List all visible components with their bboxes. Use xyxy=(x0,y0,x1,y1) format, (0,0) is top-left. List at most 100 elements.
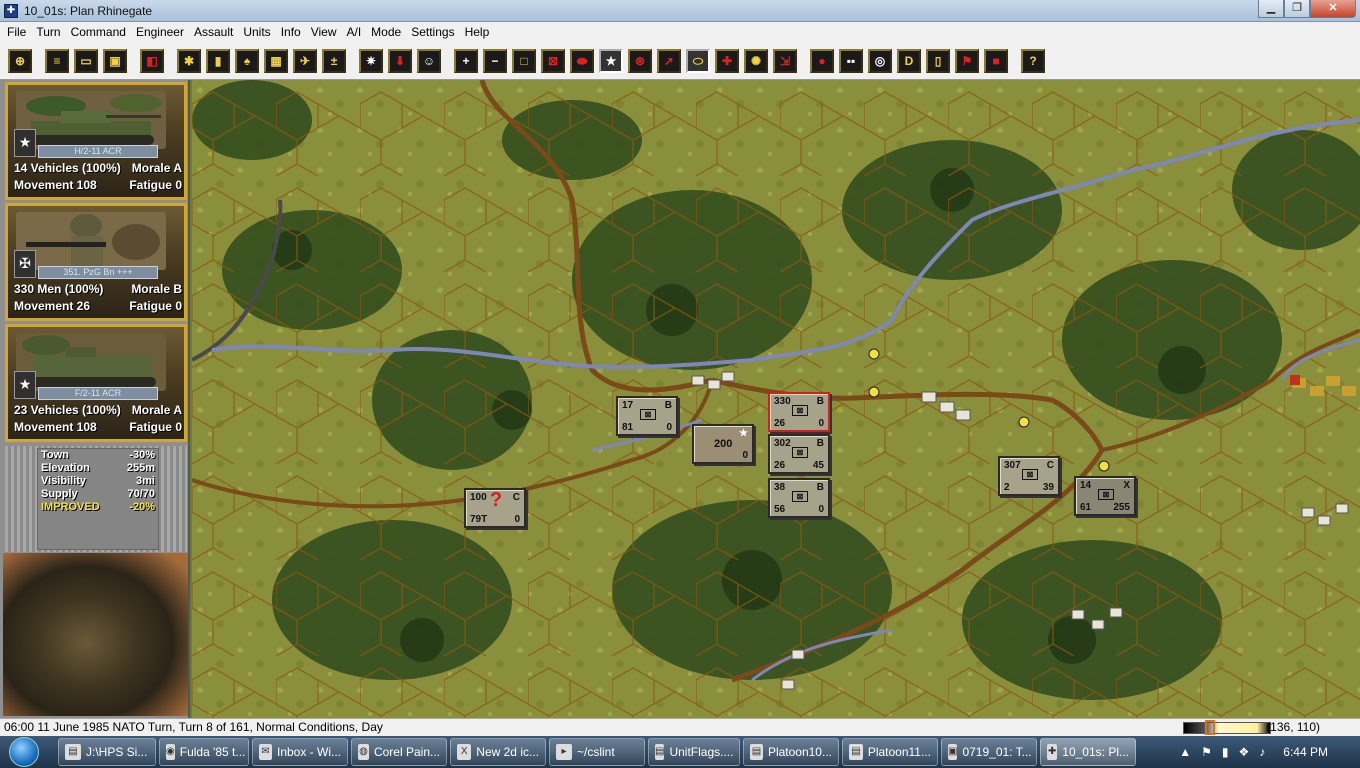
menu-ai[interactable]: A/I xyxy=(342,25,367,39)
flash-icon[interactable]: ✺ xyxy=(744,48,768,73)
menu-settings[interactable]: Settings xyxy=(406,25,459,39)
square-icon[interactable]: □ xyxy=(512,48,536,73)
open-icon[interactable]: ▭ xyxy=(74,48,98,73)
clock[interactable]: 6:44 PM xyxy=(1283,745,1328,759)
hex-map[interactable]: 17 81 B 0 ⊠ 200 0 ★ 330 26 B 0 ⊠ 302 26 … xyxy=(192,80,1360,718)
menu-view[interactable]: View xyxy=(306,25,342,39)
counter-fatigue: 0 xyxy=(514,514,520,525)
zoom-slider[interactable] xyxy=(1183,722,1271,734)
menu-turn[interactable]: Turn xyxy=(31,25,65,39)
menu-assault[interactable]: Assault xyxy=(189,25,238,39)
shovel-icon[interactable]: ♠ xyxy=(235,48,259,73)
oval-icon[interactable]: ⬭ xyxy=(686,48,710,73)
menu-help[interactable]: Help xyxy=(460,25,495,39)
counter-movement: 56 xyxy=(774,504,786,515)
counter-movement: 79T xyxy=(470,514,488,525)
d-letter-icon[interactable]: D xyxy=(897,48,921,73)
unit-counter[interactable]: 38 56 B 0 ⊠ xyxy=(768,478,830,518)
unit-strength: 14 Vehicles (100%) xyxy=(14,161,121,175)
taskbar-item[interactable]: ▣ 0719_01: T... xyxy=(941,738,1037,766)
menu-units[interactable]: Units xyxy=(238,25,275,39)
leader-icon[interactable]: ☺ xyxy=(417,48,441,73)
arrow-down-icon[interactable]: ⬇ xyxy=(388,48,412,73)
turn-status-text: 06:00 11 June 1985 NATO Turn, Turn 8 of … xyxy=(4,720,383,734)
tank-image xyxy=(16,91,166,149)
taskbar-item[interactable]: ▤ Platoon10... xyxy=(743,738,839,766)
infantry-icon[interactable]: ▮ xyxy=(206,48,230,73)
move-arrow-icon[interactable]: ⇲ xyxy=(773,48,797,73)
question-icon[interactable]: ? xyxy=(1021,48,1045,73)
taskbar-item-label: Inbox - Wi... xyxy=(276,745,341,759)
vehicle-symbol-icon: ⊠ xyxy=(1098,489,1114,500)
ring-icon[interactable]: ◎ xyxy=(868,48,892,73)
explosion-icon[interactable]: ✷ xyxy=(359,48,383,73)
cross-icon[interactable]: ✚ xyxy=(715,48,739,73)
menu-engineer[interactable]: Engineer xyxy=(131,25,189,39)
taskbar-item[interactable]: ▸ ~/cslint xyxy=(549,738,645,766)
minimize-button[interactable]: ▁ xyxy=(1258,0,1284,18)
plus-icon[interactable]: + xyxy=(454,48,478,73)
pillar-icon[interactable]: ▯ xyxy=(926,48,950,73)
menu-file[interactable]: File xyxy=(2,25,31,39)
crosshair-icon[interactable]: ⊕ xyxy=(8,48,32,73)
taskbar-item-active[interactable]: ✚ 10_01s: Pl... xyxy=(1040,738,1136,766)
enemy-unit-counter[interactable]: 14 61 X 255 ⊠ xyxy=(1074,476,1136,516)
counter-morale: C xyxy=(512,492,520,503)
red-arrow-icon[interactable]: ➚ xyxy=(657,48,681,73)
menu-mode[interactable]: Mode xyxy=(366,25,406,39)
taskbar-item[interactable]: ▤ J:\HPS Si... xyxy=(58,738,156,766)
save-icon[interactable]: ▣ xyxy=(103,48,127,73)
unit-counter[interactable]: 302 26 B 45 ⊠ xyxy=(768,434,830,474)
taskbar-item[interactable]: ◍ Corel Pain... xyxy=(351,738,447,766)
flag-icon[interactable]: ◧ xyxy=(140,48,164,73)
red-oval-icon[interactable]: ⬬ xyxy=(570,48,594,73)
volume-icon[interactable]: ♪ xyxy=(1259,745,1265,759)
toolbar: ⊕ ≡ ▭ ▣ ◧ ✱ ▮ ♠ ▦ ✈ ± ✷ ⬇ ☺ + − □ ⊠ ⬬ ★ … xyxy=(0,42,1360,80)
taskbar-item[interactable]: ▤ Platoon11... xyxy=(842,738,938,766)
red-flag-icon[interactable]: ⚑ xyxy=(955,48,979,73)
minus-icon[interactable]: − xyxy=(483,48,507,73)
unit-counter[interactable]: 17 81 B 0 ⊠ xyxy=(616,396,678,436)
unit-card-3[interactable]: ★ F/2-11 ACR 23 Vehicles (100%) Morale A … xyxy=(5,324,187,442)
red-box-icon[interactable]: ■ xyxy=(984,48,1008,73)
unit-counter-selected[interactable]: 330 26 B 0 ⊠ xyxy=(768,392,830,432)
tray-expand-icon[interactable]: ▲ xyxy=(1179,745,1191,759)
terminal-icon: ▸ xyxy=(556,744,572,760)
counter-movement: 26 xyxy=(774,418,786,429)
unit-strength: 23 Vehicles (100%) xyxy=(14,403,121,417)
double-icon[interactable]: ▪▪ xyxy=(839,48,863,73)
taskbar-item[interactable]: X New 2d ic... xyxy=(450,738,546,766)
fort-icon[interactable]: ▦ xyxy=(264,48,288,73)
maximize-button[interactable]: ❐ xyxy=(1284,0,1310,18)
unit-counter[interactable]: 200 0 ★ xyxy=(692,424,754,464)
close-button[interactable]: ✕ xyxy=(1310,0,1356,18)
red-target-icon[interactable]: ⊛ xyxy=(628,48,652,73)
menu-info[interactable]: Info xyxy=(276,25,306,39)
terrain-value: 70/70 xyxy=(127,488,155,500)
excel-icon: X xyxy=(457,744,472,760)
unit-card-1[interactable]: ★ H/2-11 ACR 14 Vehicles (100%) Morale A … xyxy=(5,82,187,200)
taskbar-item-label: ~/cslint xyxy=(577,745,615,759)
action-center-flag-icon[interactable]: ⚑ xyxy=(1201,745,1212,759)
unit-counter[interactable]: 100 79T C 0 ? xyxy=(464,488,526,528)
counter-fatigue: 0 xyxy=(666,422,672,433)
unit-card-2[interactable]: ✠ 351. PzG Bn +++ 330 Men (100%) Morale B… xyxy=(5,203,187,321)
taskbar-item[interactable]: ◉ Fulda '85 t... xyxy=(159,738,249,766)
dropbox-icon[interactable]: ❖ xyxy=(1239,745,1250,759)
notes-icon[interactable]: ≡ xyxy=(45,48,69,73)
taskbar-item[interactable]: ▤ UnitFlags.... xyxy=(648,738,740,766)
red-circle-icon[interactable]: ● xyxy=(810,48,834,73)
mail-icon: ✉ xyxy=(259,744,272,760)
artillery-icon[interactable]: ± xyxy=(322,48,346,73)
star-icon[interactable]: ★ xyxy=(599,48,623,73)
aircraft-icon[interactable]: ✈ xyxy=(293,48,317,73)
target-icon[interactable]: ✱ xyxy=(177,48,201,73)
box-x-icon[interactable]: ⊠ xyxy=(541,48,565,73)
unit-counter[interactable]: 307 2 C 39 ⊠ xyxy=(998,456,1060,496)
taskbar-item[interactable]: ✉ Inbox - Wi... xyxy=(252,738,348,766)
menu-command[interactable]: Command xyxy=(66,25,131,39)
network-signal-icon[interactable]: ▮ xyxy=(1222,745,1229,759)
zoom-slider-handle[interactable] xyxy=(1205,720,1215,735)
start-button[interactable] xyxy=(0,736,48,768)
infantry-symbol-icon: ⊠ xyxy=(792,491,808,502)
